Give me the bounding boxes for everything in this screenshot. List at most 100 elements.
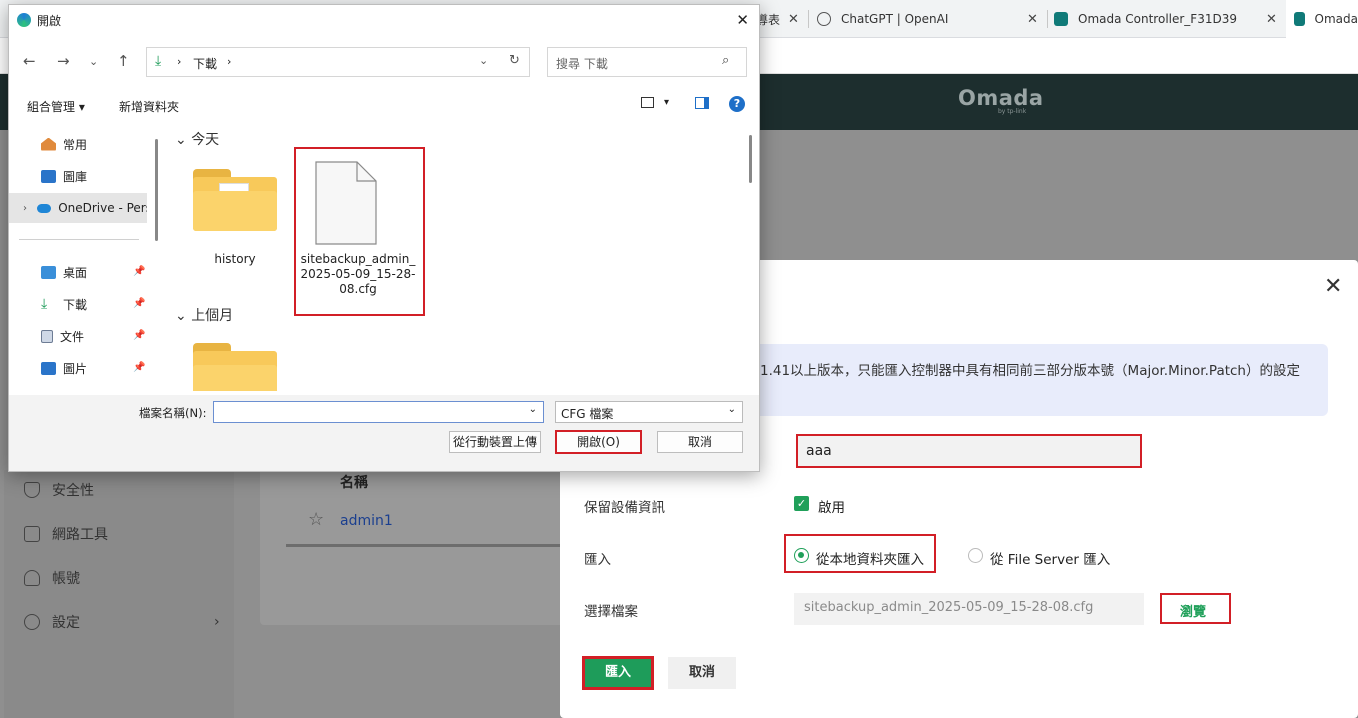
sidebar-item-account[interactable]: 帳號 <box>24 568 80 588</box>
close-icon[interactable]: ✕ <box>1324 274 1342 299</box>
folder-icon[interactable] <box>193 169 277 231</box>
dialog-cancel-button[interactable]: 取消 <box>657 431 743 453</box>
star-icon[interactable]: ☆ <box>308 509 324 530</box>
nav-item-desktop[interactable]: 桌面 📌 <box>9 257 147 287</box>
radio-file-server[interactable] <box>968 548 983 563</box>
view-icon[interactable] <box>641 97 654 108</box>
nav-item-onedrive[interactable]: › OneDrive - Pers <box>9 193 147 223</box>
openai-icon <box>817 12 831 26</box>
radio-local-folder-label[interactable]: 從本地資料夾匯入 <box>816 548 924 568</box>
table-header-name: 名稱 <box>340 475 368 491</box>
browser-tab[interactable]: ChatGPT | OpenAI ✕ <box>815 0 1047 38</box>
filename-label: 檔案名稱(N): <box>139 406 207 420</box>
chevron-right-icon[interactable]: › <box>23 203 27 214</box>
close-icon[interactable]: ✕ <box>736 11 749 29</box>
browser-tab[interactable]: Omada Controller_F31D39 ✕ <box>1054 0 1286 38</box>
cancel-button[interactable]: 取消 <box>668 657 736 689</box>
keep-device-checkbox[interactable]: ✓ <box>794 496 809 511</box>
site-name-input[interactable]: aaa <box>796 434 1142 468</box>
help-icon[interactable]: ? <box>729 96 745 112</box>
new-folder-button[interactable]: 新增資料夾 <box>119 98 179 115</box>
nav-item-label: 圖片 <box>63 361 88 376</box>
table-scrollbar[interactable] <box>286 544 586 547</box>
address-breadcrumb[interactable]: ⤓ › 下載 › ⌄ ↻ <box>146 47 530 77</box>
omada-icon <box>1294 12 1305 26</box>
keep-device-option-label: 啟用 <box>818 500 845 516</box>
radio-file-server-label[interactable]: 從 File Server 匯入 <box>990 548 1110 568</box>
forward-arrow-icon[interactable]: → <box>57 52 70 70</box>
pin-icon: 📌 <box>133 266 146 277</box>
nav-item-label: 文件 <box>60 329 85 344</box>
dialog-nav-pane: 常用 圖庫 › OneDrive - Pers 桌面 📌 ⤓ 下載 📌 文件 📌 <box>9 121 159 391</box>
gallery-icon <box>41 169 56 183</box>
download-icon: ⤓ <box>41 296 48 312</box>
nav-item-pictures[interactable]: 圖片 📌 <box>9 353 147 383</box>
shield-icon <box>24 482 40 498</box>
import-button[interactable]: 匯入 <box>582 656 654 690</box>
file-open-dialog: 開啟 ✕ ← → ⌄ ↑ ⤓ › 下載 › ⌄ ↻ 搜尋 下載 ⌕ 組合管理 ▾… <box>8 4 760 472</box>
document-icon <box>41 329 53 343</box>
nav-pane-scrollbar[interactable] <box>155 139 158 241</box>
refresh-icon[interactable]: ↻ <box>509 53 520 68</box>
nav-item-label: 常用 <box>63 137 88 152</box>
chevron-down-icon[interactable]: ⌄ <box>479 54 488 67</box>
filename-input[interactable]: ⌄ <box>213 401 544 423</box>
omada-logo-sub: by tp-link <box>998 108 1027 115</box>
chevron-down-icon: ⌄ <box>727 404 736 415</box>
pin-icon: 📌 <box>133 298 146 309</box>
pin-icon: 📌 <box>133 330 146 341</box>
browser-tab-active[interactable]: Omada <box>1286 0 1358 38</box>
sidebar-item-network-tools[interactable]: 網路工具 <box>24 524 108 544</box>
organize-label: 組合管理 <box>27 100 76 114</box>
upload-from-mobile-button[interactable]: 從行動裝置上傳 <box>449 431 541 453</box>
group-last-month[interactable]: ⌄ 上個月 <box>175 305 233 325</box>
tab-title: Omada Controller_F31D39 <box>1078 12 1237 26</box>
highlight-box <box>294 147 425 316</box>
gear-icon <box>24 614 40 630</box>
organize-menu[interactable]: 組合管理 ▾ <box>27 98 85 115</box>
close-icon[interactable]: ✕ <box>788 12 799 27</box>
nav-item-gallery[interactable]: 圖庫 <box>9 161 147 191</box>
search-input[interactable]: 搜尋 下載 ⌕ <box>547 47 747 77</box>
up-arrow-icon[interactable]: ↑ <box>117 52 130 70</box>
browse-button-label[interactable]: 瀏覽 <box>1180 601 1206 620</box>
tab-title: Omada <box>1314 12 1358 26</box>
user-icon <box>24 570 40 586</box>
file-name[interactable]: history <box>193 252 277 266</box>
group-last-month-label: 上個月 <box>191 308 234 324</box>
nav-item-documents[interactable]: 文件 📌 <box>9 321 147 351</box>
preview-pane-icon[interactable] <box>695 97 709 109</box>
tab-title: ChatGPT | OpenAI <box>841 12 949 26</box>
omada-icon <box>1054 12 1068 26</box>
chevron-down-icon[interactable]: ▾ <box>664 97 669 108</box>
breadcrumb-item[interactable]: 下載 <box>193 55 217 72</box>
search-placeholder: 搜尋 下載 <box>556 57 608 71</box>
open-button[interactable]: 開啟(O) <box>555 430 642 454</box>
chevron-down-icon[interactable]: ⌄ <box>89 55 98 68</box>
file-type-select[interactable]: CFG 檔案 ⌄ <box>555 401 743 423</box>
dialog-title: 開啟 <box>37 13 62 28</box>
folder-icon[interactable] <box>193 343 277 391</box>
table-row-admin[interactable]: admin1 <box>340 513 393 529</box>
nav-item-label: 下載 <box>63 297 88 312</box>
file-list-scrollbar[interactable] <box>749 135 752 183</box>
nav-item-home[interactable]: 常用 <box>9 129 147 159</box>
chosen-file-field: sitebackup_admin_2025-05-09_15-28-08.cfg <box>794 593 1144 625</box>
close-icon[interactable]: ✕ <box>1027 12 1038 27</box>
sidebar-item-settings[interactable]: 設定 › <box>24 612 224 632</box>
nav-item-downloads[interactable]: ⤓ 下載 📌 <box>9 289 147 319</box>
import-source-label: 匯入 <box>584 552 611 568</box>
sidebar-item-label: 帳號 <box>52 571 80 587</box>
group-today-label: 今天 <box>191 132 220 148</box>
nav-item-label: OneDrive - Pers <box>58 201 147 215</box>
chevron-down-icon[interactable]: ⌄ <box>529 404 537 415</box>
radio-local-folder[interactable] <box>794 548 809 563</box>
home-icon <box>41 137 56 151</box>
back-arrow-icon[interactable]: ← <box>23 52 36 70</box>
nav-item-label: 圖庫 <box>63 169 88 184</box>
sidebar-item-security[interactable]: 安全性 <box>24 480 94 500</box>
sidebar: 安全性 網路工具 帳號 設定 › <box>4 470 234 718</box>
group-today[interactable]: ⌄ 今天 <box>175 129 219 149</box>
nav-item-label: 桌面 <box>63 265 88 280</box>
close-icon[interactable]: ✕ <box>1266 12 1277 27</box>
